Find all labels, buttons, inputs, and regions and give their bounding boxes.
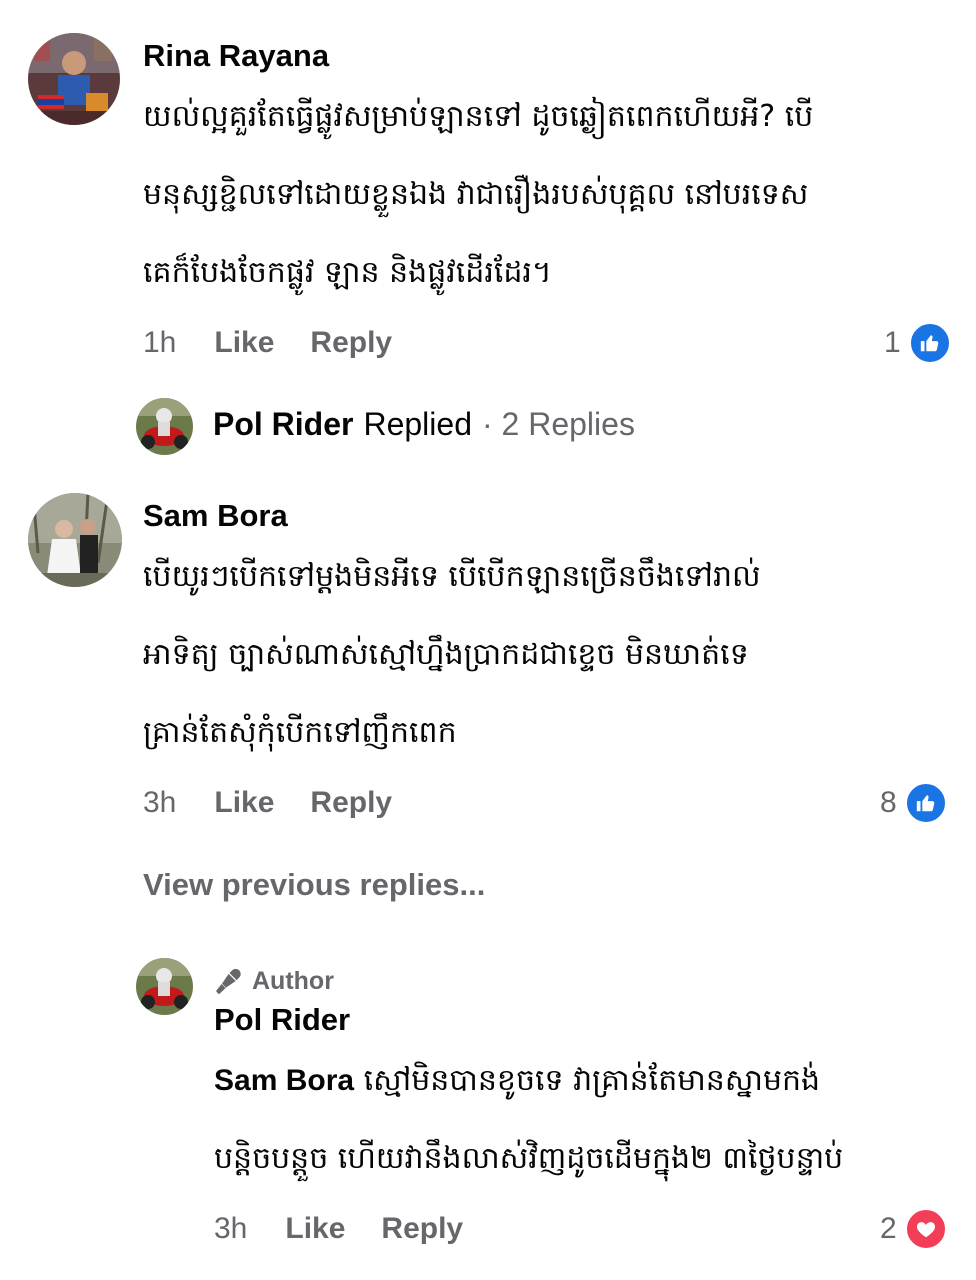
like-button[interactable]: Like (285, 1212, 345, 1246)
reaction-count: 2 (880, 1212, 897, 1245)
avatar-image (136, 398, 193, 455)
author-badge: Author (214, 966, 334, 996)
reply-button[interactable]: Reply (381, 1212, 463, 1246)
comment-body: យល់ល្អគួរតែធ្វើផ្លូវសម្រាប់ឡានទៅ ដូចឆ្ងៀ… (143, 78, 813, 312)
like-button[interactable]: Like (214, 786, 274, 820)
avatar-image (136, 958, 193, 1015)
replied-author-name: Pol Rider (213, 406, 354, 442)
reply-line: បន្តិចបន្តួច ហើយវានឹងលាស់វិញដូចដើមក្នុង២… (214, 1141, 844, 1176)
avatar-rina-rayana[interactable] (28, 33, 120, 125)
reaction-summary[interactable]: 2 (880, 1208, 947, 1250)
view-replies-link[interactable]: Pol Rider Replied · 2 Replies (213, 406, 635, 443)
reaction-summary[interactable]: 1 (884, 322, 951, 364)
replies-count: · 2 Replies (481, 406, 635, 442)
avatar-image (28, 33, 120, 125)
reply-button[interactable]: Reply (310, 326, 392, 360)
view-previous-replies-link[interactable]: View previous replies... (143, 867, 485, 903)
reply-line: Sam Bora ស្មៅមិនបានខូចទេ វាគ្រាន់តែមានស្… (214, 1042, 843, 1120)
reply-author-name[interactable]: Pol Rider (214, 1002, 350, 1038)
mention-link[interactable]: Sam Bora (214, 1064, 354, 1097)
comment-line: មនុស្សខ្ជិលទៅដោយខ្លួនឯង វាជារឿងរបស់បុគ្គ… (143, 177, 809, 212)
reply-body: Sam Bora ស្មៅមិនបានខូចទេ វាគ្រាន់តែមានស្… (214, 1042, 843, 1198)
avatar-pol-rider[interactable] (136, 958, 193, 1015)
replied-label: Replied (363, 406, 472, 442)
comment-line: គ្រាន់តែសុំកុំបើកទៅញឹកពេក (143, 715, 457, 750)
reaction-summary[interactable]: 8 (880, 782, 947, 824)
avatar-sam-bora[interactable] (28, 493, 122, 587)
author-badge-label: Author (252, 966, 334, 995)
like-button[interactable]: Like (214, 326, 274, 360)
avatar-image (28, 493, 122, 587)
comment-line: អាទិត្យ ច្បាស់ណាស់ស្មៅហ្នឹងប្រាកដជាខ្ទេច… (143, 637, 749, 672)
reaction-count: 1 (884, 326, 901, 359)
reply-meta: 3h Like Reply (214, 1212, 463, 1246)
timestamp: 3h (143, 786, 177, 819)
love-reaction-icon (904, 1208, 947, 1250)
comment-author-name[interactable]: Sam Bora (143, 498, 288, 534)
comment-meta: 1h Like Reply (143, 326, 392, 360)
reply-button[interactable]: Reply (310, 786, 392, 820)
reaction-count: 8 (880, 786, 897, 819)
comment-line: បើយូរៗបើកទៅម្ដងមិនអីទេ បើបើកឡានច្រើនចឹងទ… (143, 559, 761, 594)
timestamp: 1h (143, 326, 177, 359)
like-reaction-icon (908, 322, 951, 364)
comment-line: យល់ល្អគួរតែធ្វើផ្លូវសម្រាប់ឡានទៅ ដូចឆ្ងៀ… (143, 99, 814, 134)
comment-meta: 3h Like Reply (143, 786, 392, 820)
microphone-icon (216, 968, 241, 994)
like-reaction-icon (904, 782, 947, 824)
timestamp: 3h (214, 1212, 248, 1245)
comment-author-name[interactable]: Rina Rayana (143, 38, 329, 74)
avatar-pol-rider[interactable] (136, 398, 193, 455)
reply-text: ស្មៅមិនបានខូចទេ វាគ្រាន់តែមានស្នាមកង់ (363, 1063, 821, 1098)
comment-line: គេក៏បែងចែកផ្លូវ ឡាន និងផ្លូវដើរដែរ។ (143, 255, 552, 290)
comment-body: បើយូរៗបើកទៅម្ដងមិនអីទេ បើបើកឡានច្រើនចឹងទ… (143, 538, 761, 772)
